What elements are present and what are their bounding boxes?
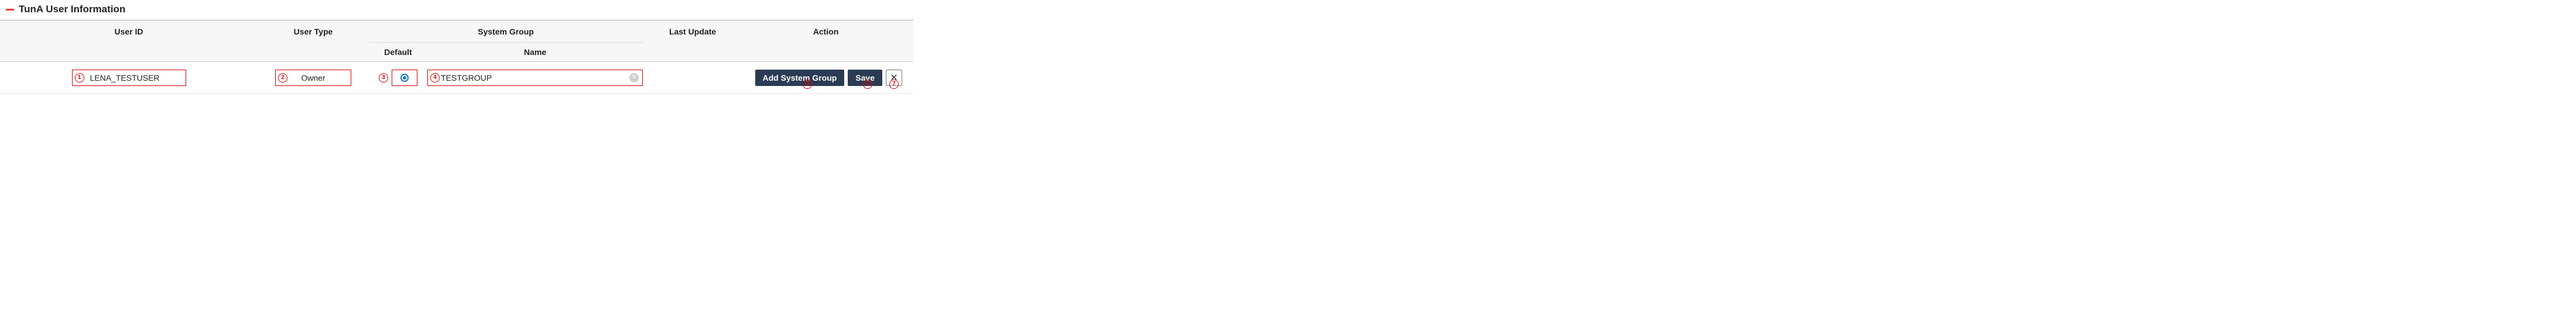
col-header-name: Name [427, 43, 643, 61]
radio-checked-icon [400, 74, 409, 82]
marker-6: 6 [863, 80, 872, 89]
cell-group-name: 4 TESTGROUP ✕ [427, 62, 643, 93]
marker-5: 5 [803, 80, 812, 89]
col-header-user-type: User Type [258, 20, 369, 43]
col-header-system-group: System Group [369, 20, 643, 43]
col-header-default: Default [369, 43, 427, 61]
group-name-input[interactable]: 4 TESTGROUP ✕ [427, 70, 643, 86]
marker-7: 7 [889, 80, 899, 89]
marker-3: 3 [379, 73, 388, 82]
default-radio[interactable] [392, 70, 417, 86]
user-info-table: User ID User Type System Group Last Upda… [0, 20, 913, 94]
collapse-icon[interactable] [6, 9, 14, 11]
col-header-last-update: Last Update [643, 20, 742, 43]
user-type-value: Owner [301, 73, 325, 82]
col-header-action: Action [742, 20, 909, 43]
marker-2: 2 [278, 73, 287, 82]
cell-user-type: 2 Owner [258, 62, 369, 93]
group-name-value: TESTGROUP [441, 73, 492, 82]
marker-4: 4 [430, 73, 440, 82]
marker-1: 1 [75, 73, 84, 82]
user-id-value: LENA_TESTUSER [90, 73, 160, 82]
col-header-user-id: User ID [0, 20, 258, 43]
section-header: TunA User Information [0, 0, 913, 20]
section-title: TunA User Information [19, 4, 125, 15]
cell-default: 3 [369, 62, 427, 93]
action-markers: 5 6 7 [765, 80, 902, 89]
table-row: 1 LENA_TESTUSER 2 Owner 3 [0, 62, 913, 94]
user-id-input[interactable]: 1 LENA_TESTUSER [72, 70, 186, 86]
cell-action: Add System Group Save ✕ 5 6 7 [742, 62, 909, 93]
cell-last-update [643, 62, 742, 93]
cell-user-id: 1 LENA_TESTUSER [0, 62, 258, 93]
clear-icon[interactable]: ✕ [629, 73, 639, 82]
user-type-select[interactable]: 2 Owner [275, 70, 351, 86]
table-header: User ID User Type System Group Last Upda… [0, 20, 913, 62]
